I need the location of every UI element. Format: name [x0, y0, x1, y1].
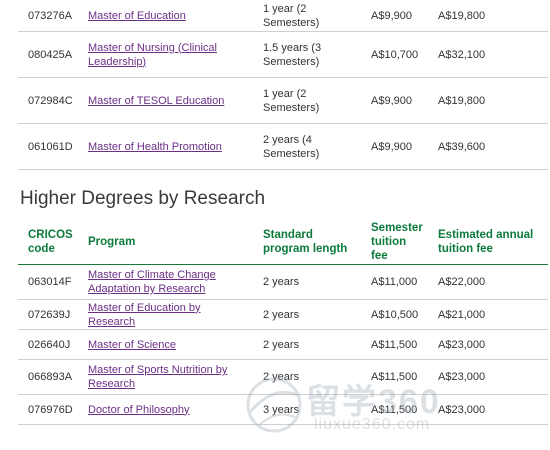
annual-fee: A$23,000 [428, 359, 548, 395]
cricos-code: 076976D [18, 394, 78, 425]
program-length: 1 year (2 Semesters) [253, 0, 361, 32]
semester-fee: A$11,500 [361, 359, 428, 395]
table-row: 066893A Master of Sports Nutrition by Re… [18, 359, 548, 395]
table-row: 073276A Master of Education 1 year (2 Se… [18, 0, 548, 32]
cricos-code: 063014F [18, 264, 78, 300]
annual-fee: A$39,600 [428, 123, 548, 170]
program-link[interactable]: Master of Education by Research [88, 302, 201, 328]
program-link[interactable]: Master of Sports Nutrition by Research [88, 364, 227, 390]
research-fees-table: CRICOS code Program Standard program len… [18, 220, 548, 425]
header-annual-fee: Estimated annual tuition fee [428, 220, 548, 265]
program-length: 2 years [253, 359, 361, 395]
annual-fee: A$19,800 [428, 77, 548, 124]
header-program: Program [78, 220, 253, 265]
program-link[interactable]: Master of Climate Change Adaptation by R… [88, 269, 216, 295]
cricos-code: 072639J [18, 299, 78, 330]
program-length: 2 years [253, 264, 361, 300]
cricos-code: 073276A [18, 0, 78, 32]
section-title: Higher Degrees by Research [20, 188, 266, 209]
program-length: 1.5 years (3 Semesters) [253, 31, 361, 78]
program-length: 2 years [253, 299, 361, 330]
cricos-code: 026640J [18, 329, 78, 360]
program-link[interactable]: Master of TESOL Education [88, 95, 224, 107]
semester-fee: A$10,500 [361, 299, 428, 330]
cricos-code: 066893A [18, 359, 78, 395]
program-length: 2 years (4 Semesters) [253, 123, 361, 170]
cricos-code: 080425A [18, 31, 78, 78]
program-length: 3 years [253, 394, 361, 425]
cricos-code: 061061D [18, 123, 78, 170]
table-row: 026640J Master of Science 2 years A$11,5… [18, 329, 548, 360]
annual-fee: A$23,000 [428, 394, 548, 425]
semester-fee: A$9,900 [361, 77, 428, 124]
header-semester-fee: Semester tuition fee [361, 220, 428, 265]
semester-fee: A$11,000 [361, 264, 428, 300]
program-length: 1 year (2 Semesters) [253, 77, 361, 124]
header-cricos-code: CRICOS code [18, 220, 78, 265]
program-length: 2 years [253, 329, 361, 360]
table-row: 072639J Master of Education by Research … [18, 299, 548, 330]
program-link[interactable]: Master of Nursing (Clinical Leadership) [88, 42, 217, 68]
semester-fee: A$10,700 [361, 31, 428, 78]
annual-fee: A$22,000 [428, 264, 548, 300]
table-row: 063014F Master of Climate Change Adaptat… [18, 264, 548, 300]
header-program-length: Standard program length [253, 220, 361, 265]
annual-fee: A$21,000 [428, 299, 548, 330]
annual-fee: A$19,800 [428, 0, 548, 32]
table-row: 072984C Master of TESOL Education 1 year… [18, 77, 548, 124]
program-link[interactable]: Doctor of Philosophy [88, 404, 190, 416]
table-row: 080425A Master of Nursing (Clinical Lead… [18, 31, 548, 78]
cricos-code: 072984C [18, 77, 78, 124]
program-link[interactable]: Master of Science [88, 339, 176, 351]
program-link[interactable]: Master of Health Promotion [88, 141, 222, 153]
table-header-row: CRICOS code Program Standard program len… [18, 220, 548, 265]
program-link[interactable]: Master of Education [88, 10, 186, 22]
coursework-fees-table: 073276A Master of Education 1 year (2 Se… [18, 0, 548, 170]
table-row: 061061D Master of Health Promotion 2 yea… [18, 123, 548, 170]
semester-fee: A$11,500 [361, 394, 428, 425]
semester-fee: A$9,900 [361, 0, 428, 32]
semester-fee: A$9,900 [361, 123, 428, 170]
semester-fee: A$11,500 [361, 329, 428, 360]
table-row: 076976D Doctor of Philosophy 3 years A$1… [18, 394, 548, 425]
annual-fee: A$32,100 [428, 31, 548, 78]
annual-fee: A$23,000 [428, 329, 548, 360]
